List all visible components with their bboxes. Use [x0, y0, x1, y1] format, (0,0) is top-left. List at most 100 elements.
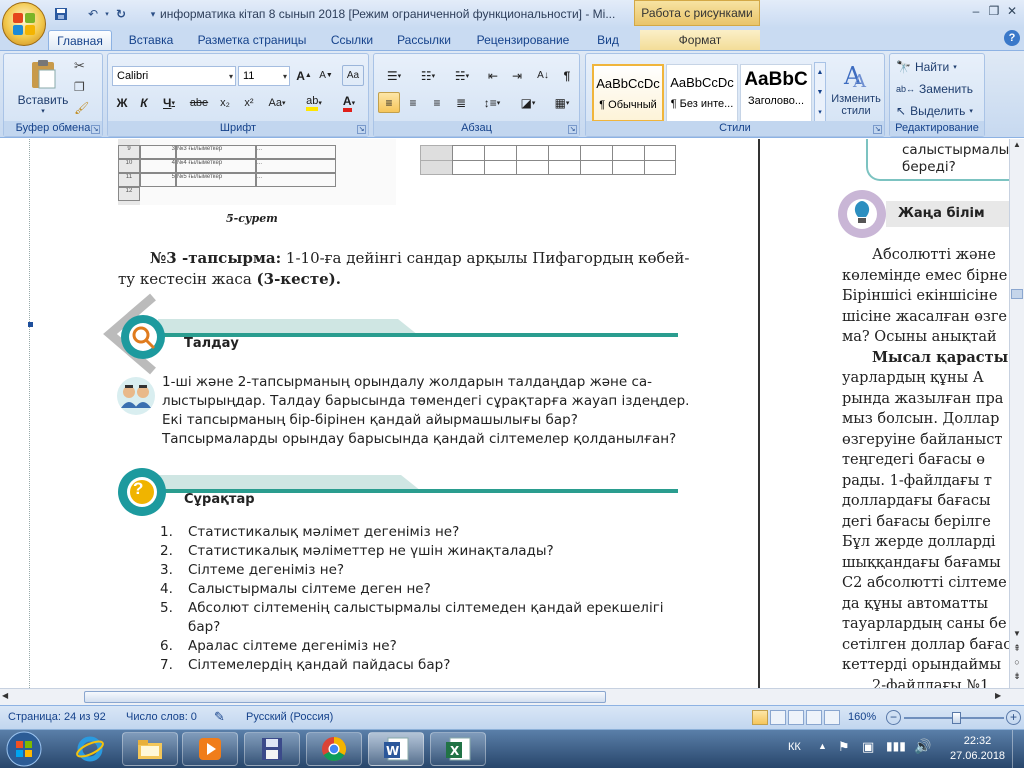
multilevel-list-button[interactable]: ☵ ▾: [446, 65, 478, 86]
language-indicator[interactable]: Русский (Россия): [246, 711, 333, 723]
tab-view[interactable]: Вид: [588, 30, 628, 50]
increase-indent-button[interactable]: ⇥: [506, 65, 528, 86]
tab-home[interactable]: Главная: [48, 30, 112, 50]
clock[interactable]: 22:32 27.06.2018: [950, 734, 1005, 764]
show-marks-button[interactable]: ¶: [556, 65, 578, 86]
print-layout-view-icon[interactable]: [752, 710, 768, 725]
zoom-level[interactable]: 160%: [848, 711, 876, 723]
superscript-button[interactable]: x²: [238, 92, 260, 113]
tray-expand-icon[interactable]: ▲: [818, 741, 827, 751]
numbering-button[interactable]: ☷ ▾: [412, 65, 444, 86]
change-case-button[interactable]: Aa ▾: [262, 92, 292, 113]
web-layout-view-icon[interactable]: [788, 710, 804, 725]
taskbar-explorer[interactable]: [122, 732, 178, 766]
select-button[interactable]: ↖ Выделить ▾: [896, 102, 973, 120]
strikethrough-button[interactable]: abe: [186, 92, 212, 113]
font-color-button[interactable]: A ▾: [334, 92, 364, 113]
underline-button[interactable]: Ч ▾: [156, 92, 182, 113]
style-heading[interactable]: AaBbC Заголово...: [740, 64, 812, 122]
save-icon[interactable]: [52, 5, 70, 23]
tab-references[interactable]: Ссылки: [322, 30, 382, 50]
font-name-combo[interactable]: Calibri ▾: [112, 66, 236, 86]
shading-button[interactable]: ◪ ▾: [512, 92, 544, 113]
clipboard-expand-icon[interactable]: ↘: [91, 125, 100, 134]
taskbar-media-player[interactable]: [182, 732, 238, 766]
format-painter-icon[interactable]: 🖌: [74, 101, 89, 115]
scroll-thumb[interactable]: [1011, 289, 1023, 299]
align-left-button[interactable]: ≡: [378, 92, 400, 113]
horizontal-scrollbar[interactable]: ◀ ▶: [0, 688, 1024, 705]
styles-expand-icon[interactable]: ↘: [873, 125, 882, 134]
bold-button[interactable]: Ж: [112, 92, 132, 113]
decrease-indent-button[interactable]: ⇤: [482, 65, 504, 86]
tab-format[interactable]: Формат: [640, 30, 760, 50]
office-button[interactable]: [2, 2, 46, 46]
action-center-icon[interactable]: ⚑: [838, 739, 850, 755]
align-center-button[interactable]: ≡: [402, 92, 424, 113]
change-styles-button[interactable]: AA Изменить стили: [830, 60, 882, 117]
proofing-icon[interactable]: ✎: [214, 709, 225, 725]
subscript-button[interactable]: x₂: [214, 92, 236, 113]
document-area[interactable]: 9 3 №3 ғылыметкер ... 10 4 №4 ғылыметкер…: [0, 139, 1009, 688]
start-button[interactable]: [2, 731, 46, 767]
replace-button[interactable]: ab↔ Заменить: [896, 80, 973, 98]
vertical-scrollbar[interactable]: ▲ ▼ ⇞ ○ ⇟: [1009, 139, 1024, 688]
sort-button[interactable]: A↓: [532, 65, 554, 86]
taskbar-excel[interactable]: X: [430, 732, 486, 766]
tab-insert[interactable]: Вставка: [120, 30, 182, 50]
paste-button[interactable]: Вставить ▾: [16, 58, 70, 116]
taskbar-word[interactable]: W: [368, 732, 424, 766]
network-icon[interactable]: ▮▮▮: [886, 739, 906, 753]
close-button[interactable]: ✕: [1004, 4, 1020, 18]
next-page-icon[interactable]: ⇟: [1011, 671, 1023, 683]
draft-view-icon[interactable]: [824, 710, 840, 725]
maximize-button[interactable]: ❐: [986, 4, 1002, 18]
style-normal[interactable]: AaBbCcDc ¶ Обычный: [592, 64, 664, 122]
style-no-spacing[interactable]: AaBbCcDc ¶ Без инте...: [666, 64, 738, 122]
browse-object-icon[interactable]: ○: [1011, 657, 1023, 669]
font-size-combo[interactable]: 11 ▾: [238, 66, 290, 86]
page-counter[interactable]: Страница: 24 из 92: [8, 711, 106, 723]
zoom-in-icon[interactable]: +: [1006, 710, 1021, 725]
help-icon[interactable]: ?: [1004, 30, 1020, 46]
font-expand-icon[interactable]: ↘: [357, 125, 366, 134]
taskbar-save-app[interactable]: [244, 732, 300, 766]
italic-button[interactable]: К: [134, 92, 154, 113]
hscroll-thumb[interactable]: [84, 691, 606, 703]
scroll-down-icon[interactable]: ▼: [1011, 629, 1023, 641]
device-icon[interactable]: ▣: [862, 739, 874, 755]
undo-dropdown-icon[interactable]: ▾: [102, 5, 112, 23]
clear-format-button[interactable]: Aa: [342, 65, 364, 86]
line-spacing-button[interactable]: ↕≡ ▾: [476, 92, 508, 113]
tab-mailings[interactable]: Рассылки: [390, 30, 458, 50]
show-desktop-button[interactable]: [1012, 730, 1024, 769]
align-right-button[interactable]: ≡: [426, 92, 448, 113]
paragraph-expand-icon[interactable]: ↘: [568, 125, 577, 134]
styles-scroll[interactable]: ▲ ▼ ▾: [814, 62, 826, 124]
scroll-up-icon[interactable]: ▲: [1011, 140, 1023, 154]
minimize-button[interactable]: –: [968, 4, 984, 18]
margin-marker[interactable]: [28, 322, 33, 327]
scroll-right-icon[interactable]: ▶: [995, 691, 1001, 700]
tab-review[interactable]: Рецензирование: [466, 30, 580, 50]
highlight-button[interactable]: ab ▾: [298, 92, 330, 113]
input-language[interactable]: КК: [788, 741, 801, 753]
copy-icon[interactable]: ❐: [74, 80, 85, 94]
full-screen-view-icon[interactable]: [770, 710, 786, 725]
prev-page-icon[interactable]: ⇞: [1011, 643, 1023, 655]
shrink-font-button[interactable]: A ▼: [316, 65, 336, 86]
justify-button[interactable]: ≣: [450, 92, 472, 113]
zoom-slider-thumb[interactable]: [952, 712, 961, 724]
volume-icon[interactable]: 🔊: [914, 738, 931, 755]
tab-page-layout[interactable]: Разметка страницы: [190, 30, 314, 50]
zoom-out-icon[interactable]: −: [886, 710, 901, 725]
word-count[interactable]: Число слов: 0: [126, 711, 197, 723]
undo-icon[interactable]: ↶: [84, 5, 102, 23]
taskbar-chrome[interactable]: [306, 732, 362, 766]
cut-icon[interactable]: ✂: [74, 58, 85, 74]
taskbar-ie[interactable]: [62, 732, 118, 766]
scroll-left-icon[interactable]: ◀: [2, 691, 8, 700]
bullets-button[interactable]: ☰ ▾: [378, 65, 410, 86]
find-button[interactable]: 🔭 Найти ▾: [896, 58, 957, 76]
outline-view-icon[interactable]: [806, 710, 822, 725]
